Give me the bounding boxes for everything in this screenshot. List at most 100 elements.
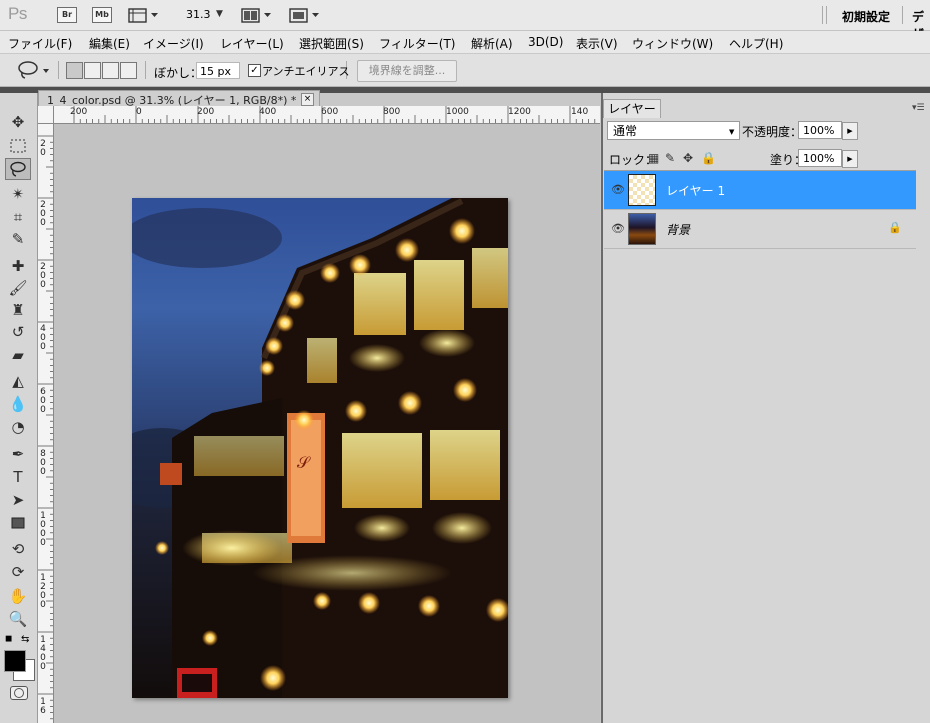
view-extras-button[interactable] bbox=[127, 5, 161, 25]
eraser-tool-icon[interactable]: ▰ bbox=[5, 344, 31, 366]
menu-layer[interactable]: レイヤー(L) bbox=[220, 35, 284, 52]
menu-image[interactable]: イメージ(I) bbox=[143, 35, 204, 52]
swap-colors-icon[interactable]: ⇆ bbox=[21, 634, 29, 645]
3d-rotate-tool-icon[interactable]: ⟲ bbox=[5, 538, 31, 560]
layer-row-background[interactable]: 👁 背景 🔒 bbox=[604, 210, 916, 249]
view-extras-icon bbox=[128, 8, 158, 23]
visibility-eye-icon[interactable]: 👁 bbox=[611, 183, 625, 196]
blur-tool-icon[interactable]: 💧 bbox=[5, 393, 31, 415]
ruler-v-label: 0 bbox=[40, 218, 46, 228]
ruler-origin[interactable] bbox=[38, 106, 54, 124]
opacity-label: 不透明度： bbox=[742, 125, 803, 139]
menu-3d[interactable]: 3D(D) bbox=[528, 35, 563, 49]
hand-tool-icon[interactable]: ✋ bbox=[5, 585, 31, 607]
bridge-button[interactable]: Br bbox=[57, 7, 77, 23]
ruler-v-label: 0 bbox=[40, 280, 46, 290]
lock-position-icon[interactable]: ✥ bbox=[683, 151, 693, 165]
spot-healing-tool-icon[interactable]: ✚ bbox=[5, 255, 31, 277]
clone-stamp-tool-icon[interactable]: ♜ bbox=[5, 299, 31, 321]
vertical-ruler: 2 0 2 0 0 2 0 0 4 0 0 6 0 0 8 0 0 1 0 0 … bbox=[38, 123, 54, 723]
panel-menu-icon[interactable]: ▾☰ bbox=[912, 103, 925, 113]
new-selection-button[interactable] bbox=[66, 62, 83, 79]
document-tab[interactable]: 1_4_color.psd @ 31.3% (レイヤー 1, RGB/8*) *… bbox=[38, 90, 320, 107]
tool-preset-picker[interactable] bbox=[16, 60, 52, 80]
ruler-v-label: 0 bbox=[40, 538, 46, 548]
zoom-level[interactable]: 31.3 bbox=[186, 8, 211, 21]
lock-all-icon[interactable]: 🔒 bbox=[701, 151, 716, 165]
tools-panel: ✥ ✴ ⌗ ✎ ✚ 🖌 ♜ ↺ ▰ ◭ 💧 ◔ ✒ T ➤ ⟲ ⟳ ✋ 🔍 ◼ … bbox=[0, 93, 38, 723]
menu-filter[interactable]: フィルター(T) bbox=[379, 35, 455, 52]
dodge-tool-icon[interactable]: ◔ bbox=[5, 416, 31, 438]
night-street-photo: 𝒮 bbox=[132, 198, 508, 698]
refine-edge-button[interactable]: 境界線を調整... bbox=[357, 60, 457, 82]
type-tool-icon[interactable]: T bbox=[5, 466, 31, 488]
horizontal-ruler: 200 0 200 400 600 800 1000 1200 140 bbox=[38, 106, 600, 124]
menu-select[interactable]: 選択範囲(S) bbox=[299, 35, 364, 52]
lasso-tool-icon[interactable] bbox=[5, 158, 31, 180]
pen-tool-icon[interactable]: ✒ bbox=[5, 443, 31, 465]
add-to-selection-button[interactable] bbox=[84, 62, 101, 79]
arrange-documents-button[interactable] bbox=[240, 5, 274, 25]
ruler-v-label: 0 bbox=[40, 467, 46, 477]
path-selection-tool-icon[interactable]: ➤ bbox=[5, 489, 31, 511]
workspace-essentials[interactable]: 初期設定 bbox=[842, 8, 890, 25]
ruler-v-label: 0 bbox=[40, 405, 46, 415]
options-divider bbox=[58, 61, 59, 79]
document-image[interactable]: 𝒮 bbox=[132, 198, 508, 698]
layer-name[interactable]: レイヤー 1 bbox=[666, 182, 725, 199]
antialias-label[interactable]: アンチエイリアス bbox=[262, 63, 350, 79]
menu-file[interactable]: ファイル(F) bbox=[8, 35, 72, 52]
visibility-eye-icon[interactable]: 👁 bbox=[611, 222, 625, 235]
menu-edit[interactable]: 編集(E) bbox=[89, 35, 130, 52]
opacity-input[interactable]: 100% bbox=[798, 121, 842, 139]
brush-tool-icon[interactable]: 🖌 bbox=[5, 277, 31, 299]
blend-mode-select[interactable]: 通常 bbox=[607, 121, 740, 140]
menu-bar: ファイル(F) 編集(E) イメージ(I) レイヤー(L) 選択範囲(S) フィ… bbox=[0, 31, 930, 54]
layer-row-layer-1[interactable]: 👁 レイヤー 1 bbox=[604, 171, 916, 210]
layers-panel-tab[interactable]: レイヤー bbox=[603, 99, 661, 118]
antialias-checkbox[interactable]: ✓ bbox=[248, 64, 261, 77]
ruler-v-label: 0 bbox=[40, 662, 46, 672]
marquee-tool-icon[interactable] bbox=[5, 135, 31, 157]
screen-mode-icon bbox=[289, 8, 319, 23]
quick-selection-tool-icon[interactable]: ✴ bbox=[5, 183, 31, 205]
foreground-color-swatch[interactable] bbox=[4, 650, 26, 672]
layer-thumbnail-transparent bbox=[628, 174, 656, 206]
menu-view[interactable]: 表示(V) bbox=[576, 35, 618, 52]
crop-tool-icon[interactable]: ⌗ bbox=[5, 206, 31, 228]
ruler-v-label: 0 bbox=[40, 342, 46, 352]
lock-transparent-pixels-icon[interactable]: ▦ bbox=[648, 151, 659, 165]
shape-tool-icon[interactable] bbox=[5, 512, 31, 534]
ruler-v-label: 0 bbox=[40, 600, 46, 610]
quick-mask-icon[interactable] bbox=[10, 686, 28, 700]
menu-analysis[interactable]: 解析(A) bbox=[471, 35, 513, 52]
close-document-icon[interactable]: × bbox=[301, 93, 314, 106]
history-brush-tool-icon[interactable]: ↺ bbox=[5, 321, 31, 343]
zoom-tool-icon[interactable]: 🔍 bbox=[5, 608, 31, 630]
intersect-selection-button[interactable] bbox=[120, 62, 137, 79]
paint-bucket-tool-icon[interactable]: ◭ bbox=[5, 370, 31, 392]
default-colors-icon[interactable]: ◼ bbox=[5, 634, 12, 644]
fill-input[interactable]: 100% bbox=[798, 149, 842, 167]
3d-orbit-tool-icon[interactable]: ⟳ bbox=[5, 561, 31, 583]
lasso-icon bbox=[18, 61, 49, 79]
lock-image-pixels-icon[interactable]: ✎ bbox=[665, 151, 675, 165]
subtract-from-selection-button[interactable] bbox=[102, 62, 119, 79]
feather-input[interactable]: 15 px bbox=[196, 62, 240, 79]
eyedropper-tool-icon[interactable]: ✎ bbox=[5, 228, 31, 250]
zoom-dropdown-icon[interactable]: ▼ bbox=[216, 9, 223, 19]
appbar-divider bbox=[826, 6, 827, 24]
opacity-slider-arrow-icon[interactable]: ▶ bbox=[842, 122, 858, 140]
menu-window[interactable]: ウィンドウ(W) bbox=[632, 35, 713, 52]
appbar-divider bbox=[822, 6, 823, 24]
move-tool-icon[interactable]: ✥ bbox=[5, 111, 31, 133]
horizontal-ruler-ticks bbox=[73, 106, 596, 123]
menu-help[interactable]: ヘルプ(H) bbox=[729, 35, 783, 52]
feather-label: ぼかし： bbox=[154, 66, 203, 80]
svg-text:𝒮: 𝒮 bbox=[297, 453, 311, 472]
screen-mode-button[interactable] bbox=[288, 5, 322, 25]
fill-slider-arrow-icon[interactable]: ▶ bbox=[842, 150, 858, 168]
blend-mode-dropdown-icon[interactable]: ▼ bbox=[729, 128, 734, 136]
layer-name[interactable]: 背景 bbox=[666, 221, 690, 238]
mini-bridge-button[interactable]: Mb bbox=[92, 7, 112, 23]
